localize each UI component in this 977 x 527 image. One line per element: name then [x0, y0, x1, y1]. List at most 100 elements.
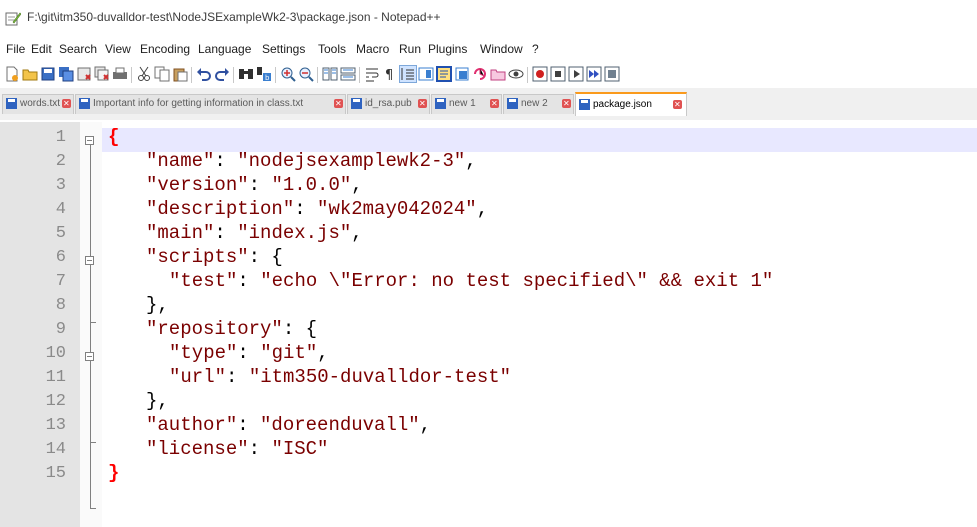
code-line-12: }, — [146, 390, 169, 412]
menu-language[interactable]: Language — [198, 42, 251, 56]
close-all-icon[interactable] — [94, 66, 110, 82]
play-macro-icon[interactable] — [568, 66, 584, 82]
new-file-icon[interactable] — [4, 66, 20, 82]
menu-macro[interactable]: Macro — [356, 42, 389, 56]
code-line-4: "description": "wk2may042024", — [146, 198, 488, 220]
sync-vertical-icon[interactable] — [322, 66, 338, 82]
function-list-icon[interactable] — [436, 66, 452, 82]
json-sep: : — [294, 198, 318, 220]
code-line-2: "name": "nodejsexamplewk2-3", — [146, 150, 477, 172]
json-sep: : — [226, 366, 249, 388]
tab-new-1[interactable]: new 1 — [431, 94, 502, 114]
code-editor[interactable]: 1 2 3 4 5 6 7 8 9 10 11 12 13 14 15 { "n… — [0, 122, 977, 527]
menu-tools[interactable]: Tools — [318, 42, 346, 56]
code-line-7: "test": "echo \"Error: no test specified… — [169, 270, 773, 292]
tab-close-icon[interactable] — [490, 98, 499, 109]
replace-icon[interactable]: b — [256, 66, 272, 82]
menu-window[interactable]: Window — [480, 42, 523, 56]
code-line-14: "license": "ISC" — [146, 438, 328, 460]
folder-workspace-icon[interactable] — [454, 66, 470, 82]
paste-icon[interactable] — [172, 66, 188, 82]
saved-file-icon — [351, 98, 362, 109]
json-sep: : { — [248, 246, 283, 268]
word-wrap-icon[interactable] — [364, 66, 380, 82]
tab-important-info-txt[interactable]: Important info for getting information i… — [75, 94, 346, 114]
json-sep: : — [214, 150, 238, 172]
record-macro-icon[interactable] — [532, 66, 548, 82]
menu-settings[interactable]: Settings — [262, 42, 305, 56]
monitoring-icon[interactable] — [508, 66, 524, 82]
menu-edit[interactable]: Edit — [31, 42, 52, 56]
redo-icon[interactable] — [214, 66, 230, 82]
code-line-5: "main": "index.js", — [146, 222, 363, 244]
tab-id-rsa-pub[interactable]: id_rsa.pub — [347, 94, 430, 114]
indent-guide-icon[interactable] — [399, 65, 417, 83]
stop-record-icon[interactable] — [550, 66, 566, 82]
json-key: "scripts" — [146, 246, 249, 268]
open-file-icon[interactable] — [22, 66, 38, 82]
json-value: "doreenduvall" — [260, 414, 420, 436]
save-all-icon[interactable] — [58, 66, 74, 82]
line-number: 9 — [55, 320, 66, 339]
find-icon[interactable] — [238, 66, 254, 82]
run-macro-multiple-icon[interactable] — [586, 66, 602, 82]
tab-close-icon[interactable] — [673, 99, 682, 110]
tab-words-txt[interactable]: words.txt — [2, 94, 74, 114]
open-folder-icon[interactable] — [490, 66, 506, 82]
doc-map-icon[interactable] — [418, 66, 434, 82]
tab-label: id_rsa.pub — [365, 98, 412, 109]
show-all-chars-icon[interactable]: ¶ — [382, 66, 398, 82]
folder-as-workspace-icon[interactable] — [472, 66, 488, 82]
tab-close-icon[interactable] — [334, 98, 343, 109]
saved-file-icon — [79, 98, 90, 109]
json-sep: : — [248, 438, 272, 460]
line-number: 13 — [45, 416, 66, 435]
copy-icon[interactable] — [154, 66, 170, 82]
tab-close-icon[interactable] — [62, 98, 71, 109]
menu-search[interactable]: Search — [59, 42, 97, 56]
tab-close-icon[interactable] — [562, 98, 571, 109]
line-number: 7 — [55, 272, 66, 291]
zoom-out-icon[interactable] — [298, 66, 314, 82]
saved-file-icon — [6, 98, 17, 109]
menu-file[interactable]: File — [6, 42, 25, 56]
fold-toggle-icon[interactable] — [85, 136, 94, 145]
fold-guide — [90, 145, 91, 508]
json-value: "itm350-duvalldor-test" — [248, 366, 512, 388]
menu-plugins[interactable]: Plugins — [428, 42, 467, 56]
code-line-11: "url": "itm350-duvalldor-test" — [169, 366, 511, 388]
code-line-3: "version": "1.0.0", — [146, 174, 363, 196]
code-line-8: }, — [146, 294, 169, 316]
fold-toggle-icon[interactable] — [85, 256, 94, 265]
brace-open: { — [108, 126, 120, 148]
menu-view[interactable]: View — [105, 42, 131, 56]
close-icon[interactable] — [76, 66, 92, 82]
menu-encoding[interactable]: Encoding — [140, 42, 190, 56]
menu-help[interactable]: ? — [532, 42, 539, 56]
save-macro-icon[interactable] — [604, 66, 620, 82]
json-comma: , — [465, 150, 477, 172]
cut-icon[interactable] — [136, 66, 152, 82]
line-number: 15 — [45, 464, 66, 483]
menu-run[interactable]: Run — [399, 42, 421, 56]
tab-new-2[interactable]: new 2 — [503, 94, 574, 114]
json-sep: : — [237, 270, 261, 292]
zoom-in-icon[interactable] — [280, 66, 296, 82]
current-line-highlight — [102, 128, 977, 152]
json-sep: : — [237, 342, 261, 364]
json-key: "name" — [146, 150, 215, 172]
notepad-plus-plus-window: F:\git\itm350-duvalldor-test\NodeJSExamp… — [0, 0, 977, 527]
tab-package-json[interactable]: package.json — [575, 92, 687, 116]
json-key: "url" — [169, 366, 227, 388]
json-comma: , — [351, 222, 363, 244]
tab-close-icon[interactable] — [418, 98, 427, 109]
sync-horizontal-icon[interactable] — [340, 66, 356, 82]
json-sep: : — [248, 174, 272, 196]
print-icon[interactable] — [112, 66, 128, 82]
undo-icon[interactable] — [196, 66, 212, 82]
svg-text:¶: ¶ — [385, 68, 393, 82]
title-bar: F:\git\itm350-duvalldor-test\NodeJSExamp… — [0, 0, 977, 38]
json-comma: , — [351, 174, 363, 196]
fold-toggle-icon[interactable] — [85, 352, 94, 361]
save-icon[interactable] — [40, 66, 56, 82]
